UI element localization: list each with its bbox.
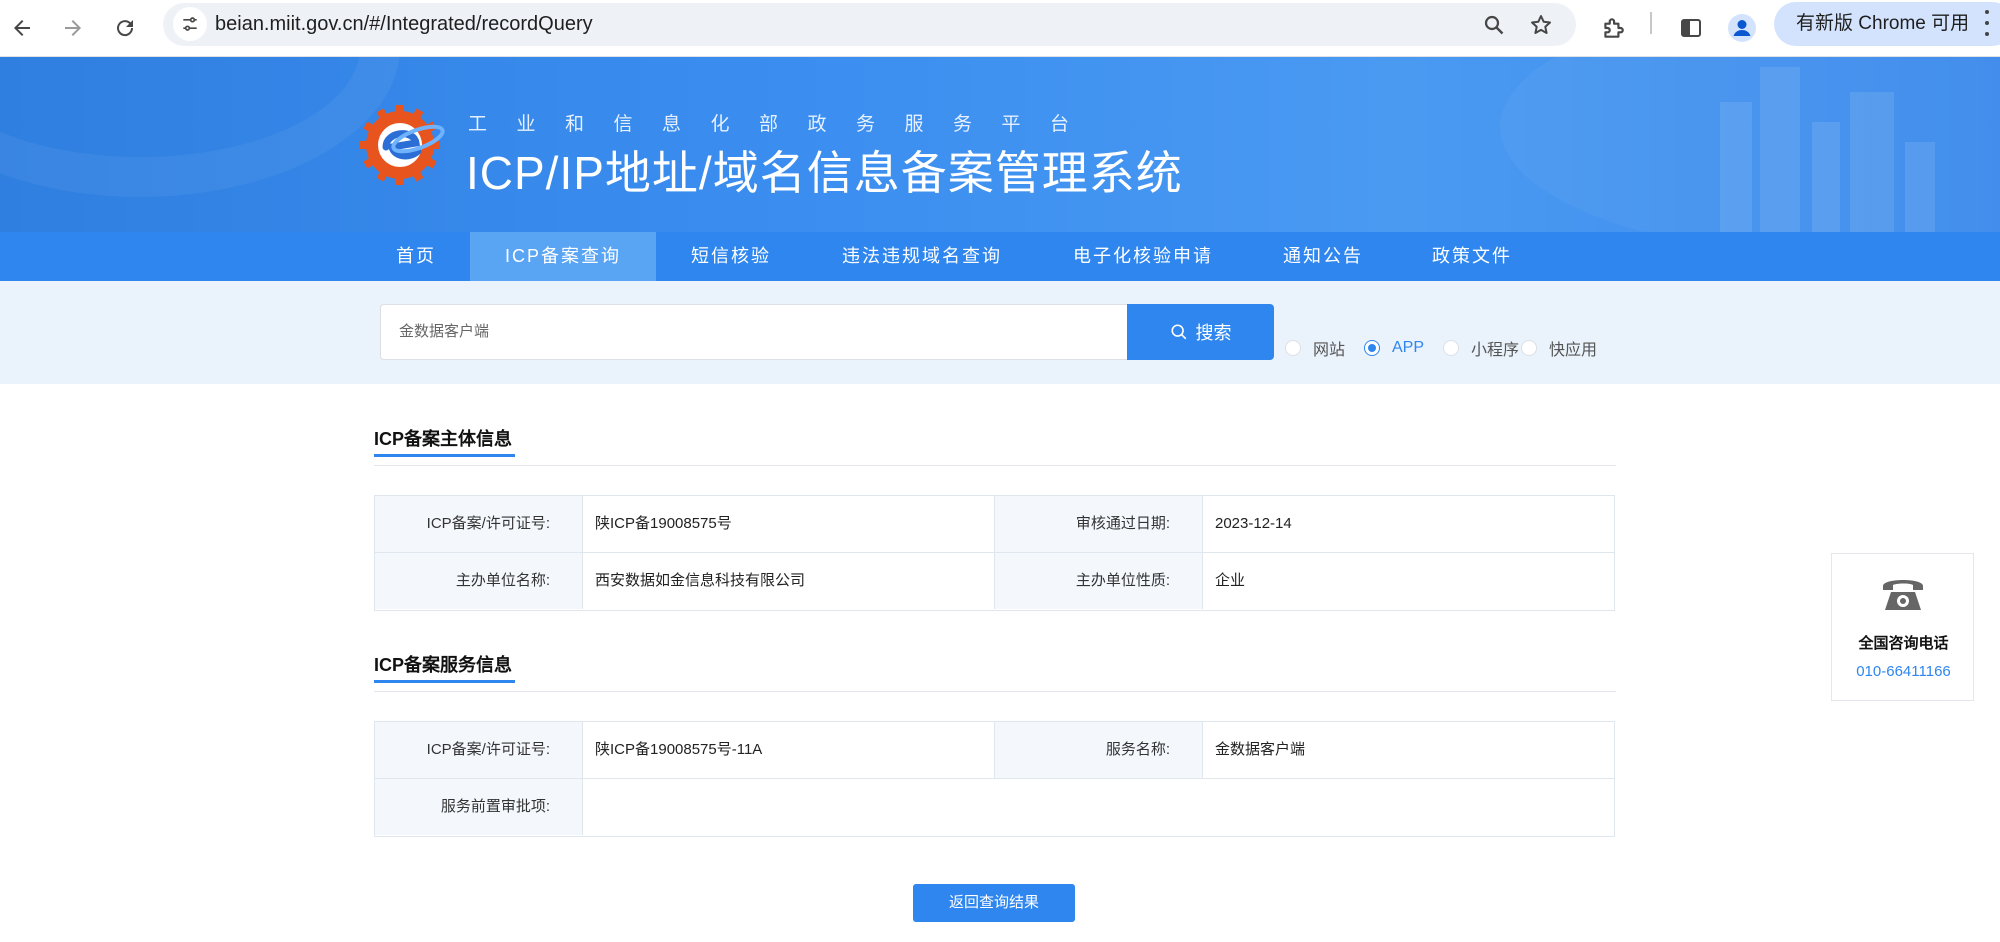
radio-circle[interactable] bbox=[1364, 340, 1380, 356]
nav-item-notices[interactable]: 通知公告 bbox=[1264, 232, 1382, 281]
nav-item-sms-verify[interactable]: 短信核验 bbox=[665, 232, 797, 281]
site-banner: 工业和信息化部政务服务平台 ICP/IP地址/域名信息备案管理系统 bbox=[0, 57, 2000, 232]
building-graphic bbox=[1720, 102, 1752, 232]
banner-subtitle: 工业和信息化部政务服务平台 bbox=[468, 114, 1099, 135]
radio-circle[interactable] bbox=[1285, 340, 1301, 356]
nav-item-icp-query[interactable]: ICP备案查询 bbox=[470, 232, 656, 281]
radio-label: 小程序 bbox=[1471, 342, 1520, 359]
value-service-name: 金数据客户端 bbox=[1202, 722, 1614, 778]
label-pre-approval: 服务前置审批项: bbox=[375, 779, 582, 835]
section-divider bbox=[374, 465, 1616, 466]
nav-item-home[interactable]: 首页 bbox=[370, 232, 462, 281]
subject-info-table: ICP备案/许可证号: 陕ICP备19008575号 审核通过日期: 2023-… bbox=[374, 495, 1615, 611]
label-license-no: ICP备案/许可证号: bbox=[375, 496, 582, 552]
value-org-nature: 企业 bbox=[1202, 553, 1614, 609]
radio-label: APP bbox=[1392, 339, 1425, 356]
main-nav: 首页 ICP备案查询 短信核验 违法违规域名查询 电子化核验申请 通知公告 政策… bbox=[0, 232, 2000, 281]
toolbar-divider bbox=[1650, 12, 1652, 34]
label-org-nature: 主办单位性质: bbox=[994, 553, 1202, 609]
menu-icon[interactable] bbox=[1985, 10, 1989, 36]
hotline-number[interactable]: 010-66411166 bbox=[1832, 663, 1975, 680]
page-title: ICP/IP地址/域名信息备案管理系统 bbox=[466, 147, 1183, 199]
search-panel: 金数据客户端 搜索 网站 APP 小程序 快应用 bbox=[0, 281, 2000, 384]
section-divider bbox=[374, 691, 1616, 692]
extensions-icon[interactable] bbox=[1594, 9, 1632, 47]
radio-app[interactable]: APP bbox=[1364, 338, 1424, 358]
search-button-label: 搜索 bbox=[1195, 323, 1232, 343]
section-underline bbox=[374, 454, 515, 457]
value-approve-date: 2023-12-14 bbox=[1202, 496, 1614, 552]
value-org-name: 西安数据如金信息科技有限公司 bbox=[582, 553, 994, 609]
address-bar[interactable]: beian.miit.gov.cn/#/Integrated/recordQue… bbox=[163, 3, 1576, 46]
chrome-update-button[interactable]: 有新版 Chrome 可用 bbox=[1774, 2, 2000, 46]
label-org-name: 主办单位名称: bbox=[375, 553, 582, 609]
search-input[interactable]: 金数据客户端 bbox=[380, 304, 1128, 360]
section-underline bbox=[374, 680, 515, 683]
ministry-logo-icon bbox=[360, 105, 445, 185]
radio-label: 快应用 bbox=[1549, 342, 1598, 359]
radio-website[interactable]: 网站 bbox=[1285, 338, 1346, 359]
site-info-icon[interactable] bbox=[173, 7, 207, 41]
building-graphic bbox=[1760, 67, 1800, 232]
building-graphic bbox=[1850, 92, 1894, 232]
search-icon bbox=[1170, 324, 1186, 340]
building-graphic bbox=[1812, 122, 1840, 232]
side-panel-icon[interactable] bbox=[1672, 9, 1710, 47]
label-service-name: 服务名称: bbox=[994, 722, 1202, 778]
url-text[interactable]: beian.miit.gov.cn/#/Integrated/recordQue… bbox=[215, 3, 593, 46]
table-row: 服务前置审批项: bbox=[375, 779, 1614, 836]
value-license-no: 陕ICP备19008575号 bbox=[582, 496, 994, 552]
table-row: ICP备案/许可证号: 陕ICP备19008575号-11A 服务名称: 金数据… bbox=[375, 722, 1614, 779]
back-icon[interactable] bbox=[5, 11, 39, 45]
section-title-subject: ICP备案主体信息 bbox=[374, 429, 513, 449]
hotline-title: 全国咨询电话 bbox=[1858, 635, 1949, 652]
radio-circle[interactable] bbox=[1443, 340, 1459, 356]
service-info-table: ICP备案/许可证号: 陕ICP备19008575号-11A 服务名称: 金数据… bbox=[374, 721, 1615, 837]
search-button[interactable]: 搜索 bbox=[1127, 304, 1274, 360]
radio-quick-app[interactable]: 快应用 bbox=[1521, 338, 1598, 359]
table-row: 主办单位名称: 西安数据如金信息科技有限公司 主办单位性质: 企业 bbox=[375, 553, 1614, 610]
label-approve-date: 审核通过日期: bbox=[994, 496, 1202, 552]
zoom-icon[interactable] bbox=[1480, 11, 1508, 39]
forward-icon[interactable] bbox=[56, 11, 90, 45]
table-row: ICP备案/许可证号: 陕ICP备19008575号 审核通过日期: 2023-… bbox=[375, 496, 1614, 553]
building-graphic bbox=[1905, 142, 1935, 232]
nav-item-illegal-domain[interactable]: 违法违规域名查询 bbox=[815, 232, 1029, 281]
value-service-license-no: 陕ICP备19008575号-11A bbox=[582, 722, 994, 778]
banner-decoration bbox=[0, 57, 400, 197]
value-pre-approval bbox=[582, 779, 1614, 835]
telephone-icon bbox=[1883, 580, 1923, 610]
radio-mini-program[interactable]: 小程序 bbox=[1443, 338, 1520, 359]
reload-icon[interactable] bbox=[108, 11, 142, 45]
back-to-results-button[interactable]: 返回查询结果 bbox=[913, 884, 1075, 922]
bookmark-star-icon[interactable] bbox=[1527, 11, 1555, 39]
nav-item-policies[interactable]: 政策文件 bbox=[1413, 232, 1531, 281]
nav-item-e-verify[interactable]: 电子化核验申请 bbox=[1050, 232, 1236, 281]
radio-circle[interactable] bbox=[1521, 340, 1537, 356]
hotline-widget[interactable]: 全国咨询电话 010-66411166 bbox=[1831, 553, 1974, 701]
section-title-service: ICP备案服务信息 bbox=[374, 655, 513, 675]
radio-label: 网站 bbox=[1313, 342, 1346, 359]
browser-toolbar: beian.miit.gov.cn/#/Integrated/recordQue… bbox=[0, 0, 2000, 57]
profile-icon[interactable] bbox=[1723, 9, 1761, 47]
label-service-license-no: ICP备案/许可证号: bbox=[375, 722, 582, 778]
